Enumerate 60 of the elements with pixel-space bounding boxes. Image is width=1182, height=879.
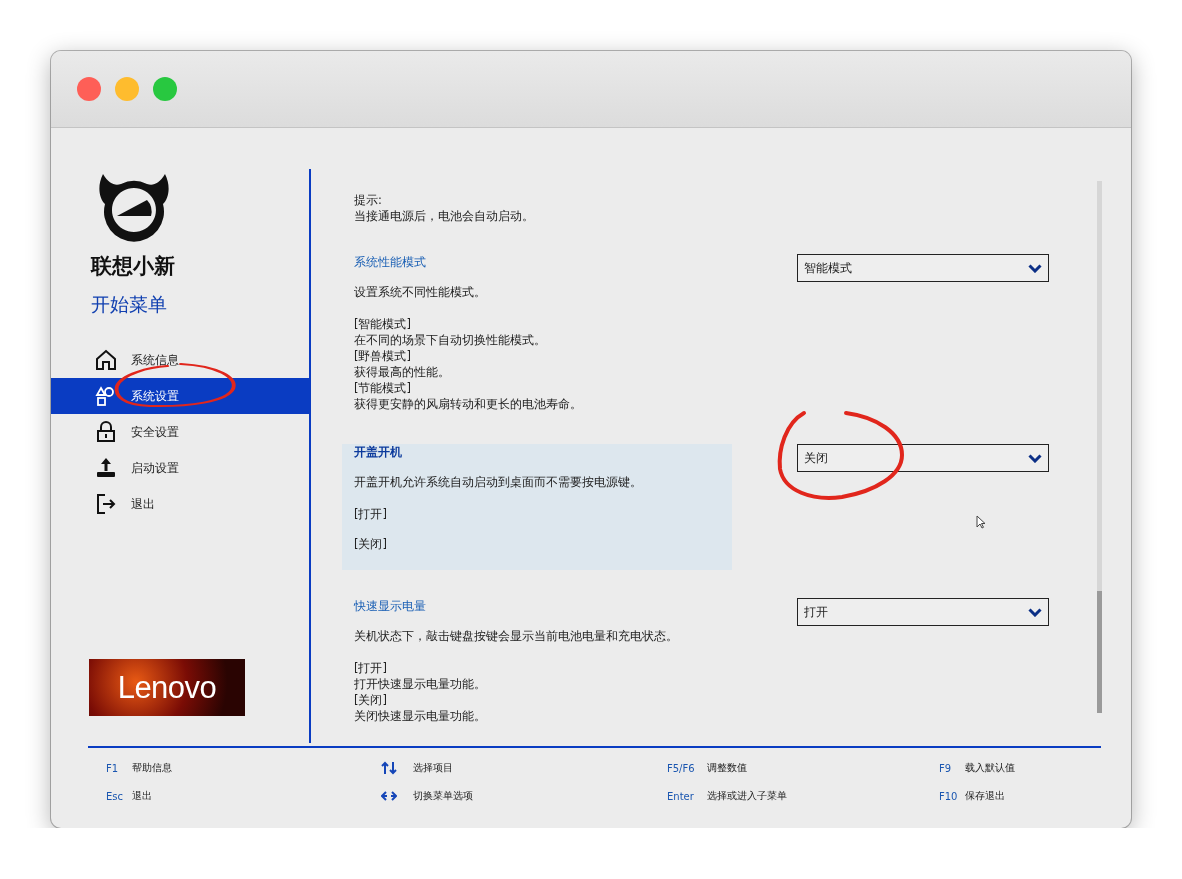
value-dropdown[interactable]: 智能模式 — [797, 254, 1049, 282]
scrollbar[interactable] — [1097, 181, 1102, 713]
key-label: F10 — [939, 790, 959, 802]
notice-text: 提示: — [354, 192, 383, 208]
setting-description: 设置系统不同性能模式。 — [354, 284, 487, 300]
option-description: 打开快速显示电量功能。 — [354, 676, 487, 692]
key-action: 退出 — [132, 789, 152, 803]
option-name: [打开] — [354, 506, 388, 522]
menu-item[interactable]: 系统设置 — [51, 378, 309, 414]
option-name: [节能模式] — [354, 380, 412, 396]
key-action: 载入默认值 — [965, 761, 1015, 775]
home-icon — [95, 349, 117, 371]
value-dropdown[interactable]: 打开 — [797, 598, 1049, 626]
chevron-down-icon — [1028, 263, 1042, 273]
menu-item[interactable]: 系统信息 — [51, 342, 309, 378]
brand-logo: Lenovo — [89, 659, 245, 716]
exit-icon — [95, 493, 117, 515]
minimize-button[interactable] — [115, 77, 139, 101]
cursor-icon — [976, 515, 986, 529]
option-name: [智能模式] — [354, 316, 412, 332]
key-label: Esc — [106, 790, 125, 802]
key-action: 选择项目 — [413, 761, 453, 775]
upload-icon — [95, 457, 117, 479]
chevron-down-icon — [1028, 607, 1042, 617]
option-description: 关闭快速显示电量功能。 — [354, 708, 487, 724]
chevron-down-icon — [1028, 453, 1042, 463]
menu-item[interactable]: 安全设置 — [51, 414, 309, 450]
shapes-icon — [95, 385, 117, 407]
option-name: [关闭] — [354, 536, 388, 552]
setting-title[interactable]: 系统性能模式 — [354, 254, 426, 270]
option-name: [打开] — [354, 660, 388, 676]
key-action: 选择或进入子菜单 — [707, 789, 787, 803]
key-action: 调整数值 — [707, 761, 747, 775]
key-action: 切换菜单选项 — [413, 789, 473, 803]
left-right-arrows-icon — [381, 791, 397, 801]
option-description: 获得最高的性能。 — [354, 364, 451, 380]
lock-icon — [95, 421, 117, 443]
zoom-button[interactable] — [153, 77, 177, 101]
key-label: F5/F6 — [667, 762, 696, 774]
product-name: 联想小新 — [91, 253, 175, 280]
key-label: Enter — [667, 790, 695, 802]
key-action: 帮助信息 — [132, 761, 172, 775]
notice-text: 当接通电源后，电池会自动启动。 — [354, 208, 535, 224]
key-label: F9 — [939, 762, 953, 774]
close-button[interactable] — [77, 77, 101, 101]
setting-description: 关机状态下，敲击键盘按键会显示当前电池电量和充电状态。 — [354, 628, 679, 644]
option-description: 在不同的场景下自动切换性能模式。 — [354, 332, 547, 348]
key-label: F1 — [106, 762, 120, 774]
option-name: [野兽模式] — [354, 348, 412, 364]
option-description: 获得更安静的风扇转动和更长的电池寿命。 — [354, 396, 583, 412]
value-dropdown[interactable]: 关闭 — [797, 444, 1049, 472]
option-name: [关闭] — [354, 692, 388, 708]
setting-title[interactable]: 快速显示电量 — [354, 598, 426, 614]
menu-item[interactable]: 启动设置 — [51, 450, 309, 486]
setting-title[interactable]: 开盖开机 — [354, 444, 402, 460]
key-action: 保存退出 — [965, 789, 1005, 803]
menu-title: 开始菜单 — [91, 292, 167, 317]
menu-item[interactable]: 退出 — [51, 486, 309, 522]
up-down-arrows-icon — [381, 761, 397, 775]
setting-description: 开盖开机允许系统自动启动到桌面而不需要按电源键。 — [354, 474, 643, 490]
